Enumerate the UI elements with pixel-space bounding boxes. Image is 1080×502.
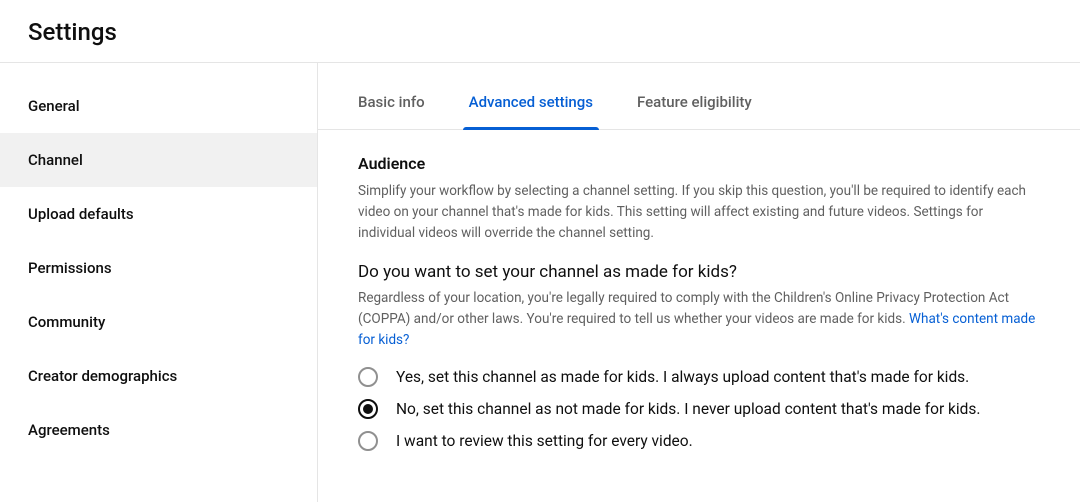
page-title: Settings — [28, 18, 1080, 46]
radio-row-yes[interactable]: Yes, set this channel as made for kids. … — [358, 367, 1040, 387]
radio-icon — [358, 399, 378, 419]
tab-advanced-settings[interactable]: Advanced settings — [469, 89, 593, 129]
sidebar-item-general[interactable]: General — [0, 79, 317, 133]
radio-label: No, set this channel as not made for kid… — [396, 400, 981, 418]
tab-feature-eligibility[interactable]: Feature eligibility — [637, 89, 752, 129]
audience-title: Audience — [358, 154, 1040, 173]
audience-description: Simplify your workflow by selecting a ch… — [358, 181, 1040, 244]
settings-body: General Channel Upload defaults Permissi… — [0, 63, 1080, 502]
radio-row-no[interactable]: No, set this channel as not made for kid… — [358, 399, 1040, 419]
advanced-settings-content: Audience Simplify your workflow by selec… — [318, 130, 1080, 451]
sidebar-item-agreements[interactable]: Agreements — [0, 403, 317, 457]
settings-header: Settings — [0, 0, 1080, 63]
audience-question: Do you want to set your channel as made … — [358, 262, 1040, 282]
sidebar-item-channel[interactable]: Channel — [0, 133, 317, 187]
sidebar-item-upload-defaults[interactable]: Upload defaults — [0, 187, 317, 241]
radio-icon — [358, 367, 378, 387]
sidebar-item-community[interactable]: Community — [0, 295, 317, 349]
sidebar-item-creator-demographics[interactable]: Creator demographics — [0, 349, 317, 403]
radio-label: I want to review this setting for every … — [396, 432, 693, 450]
channel-tabs: Basic info Advanced settings Feature eli… — [318, 63, 1080, 130]
tab-basic-info[interactable]: Basic info — [358, 89, 425, 129]
radio-row-review[interactable]: I want to review this setting for every … — [358, 431, 1040, 451]
settings-main: Basic info Advanced settings Feature eli… — [318, 63, 1080, 502]
audience-legal-note: Regardless of your location, you're lega… — [358, 288, 1040, 351]
sidebar-item-permissions[interactable]: Permissions — [0, 241, 317, 295]
radio-label: Yes, set this channel as made for kids. … — [396, 368, 969, 386]
settings-sidebar: General Channel Upload defaults Permissi… — [0, 63, 318, 502]
radio-icon — [358, 431, 378, 451]
